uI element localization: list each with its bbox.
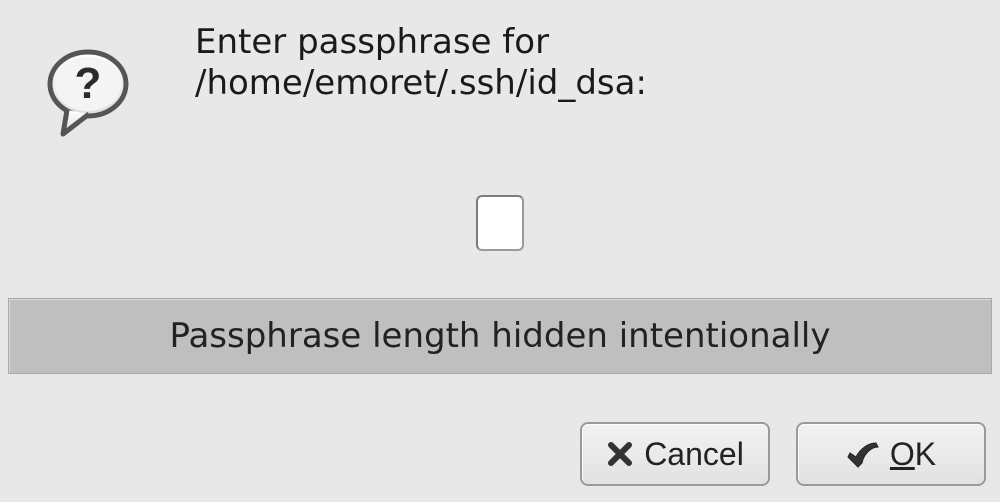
ok-apply-icon [846, 439, 880, 469]
ok-button-label: OK [890, 436, 936, 473]
passphrase-hint-bar: Passphrase length hidden intentionally [8, 298, 992, 374]
question-bubble-icon: ? [45, 48, 135, 140]
svg-text:?: ? [75, 59, 102, 108]
ok-button[interactable]: OK [796, 422, 986, 486]
prompt-text: Enter passphrase for /home/emoret/.ssh/i… [135, 18, 980, 104]
prompt-row: ? Enter passphrase for /home/emoret/.ssh… [45, 18, 980, 140]
cancel-button[interactable]: Cancel [580, 422, 770, 486]
cancel-button-label: Cancel [644, 436, 744, 473]
passphrase-input-wrap [0, 195, 1000, 251]
ssh-passphrase-dialog: ? Enter passphrase for /home/emoret/.ssh… [0, 0, 1000, 502]
dialog-button-row: Cancel OK [580, 422, 986, 486]
passphrase-input[interactable] [476, 195, 524, 251]
cancel-icon [606, 440, 634, 468]
